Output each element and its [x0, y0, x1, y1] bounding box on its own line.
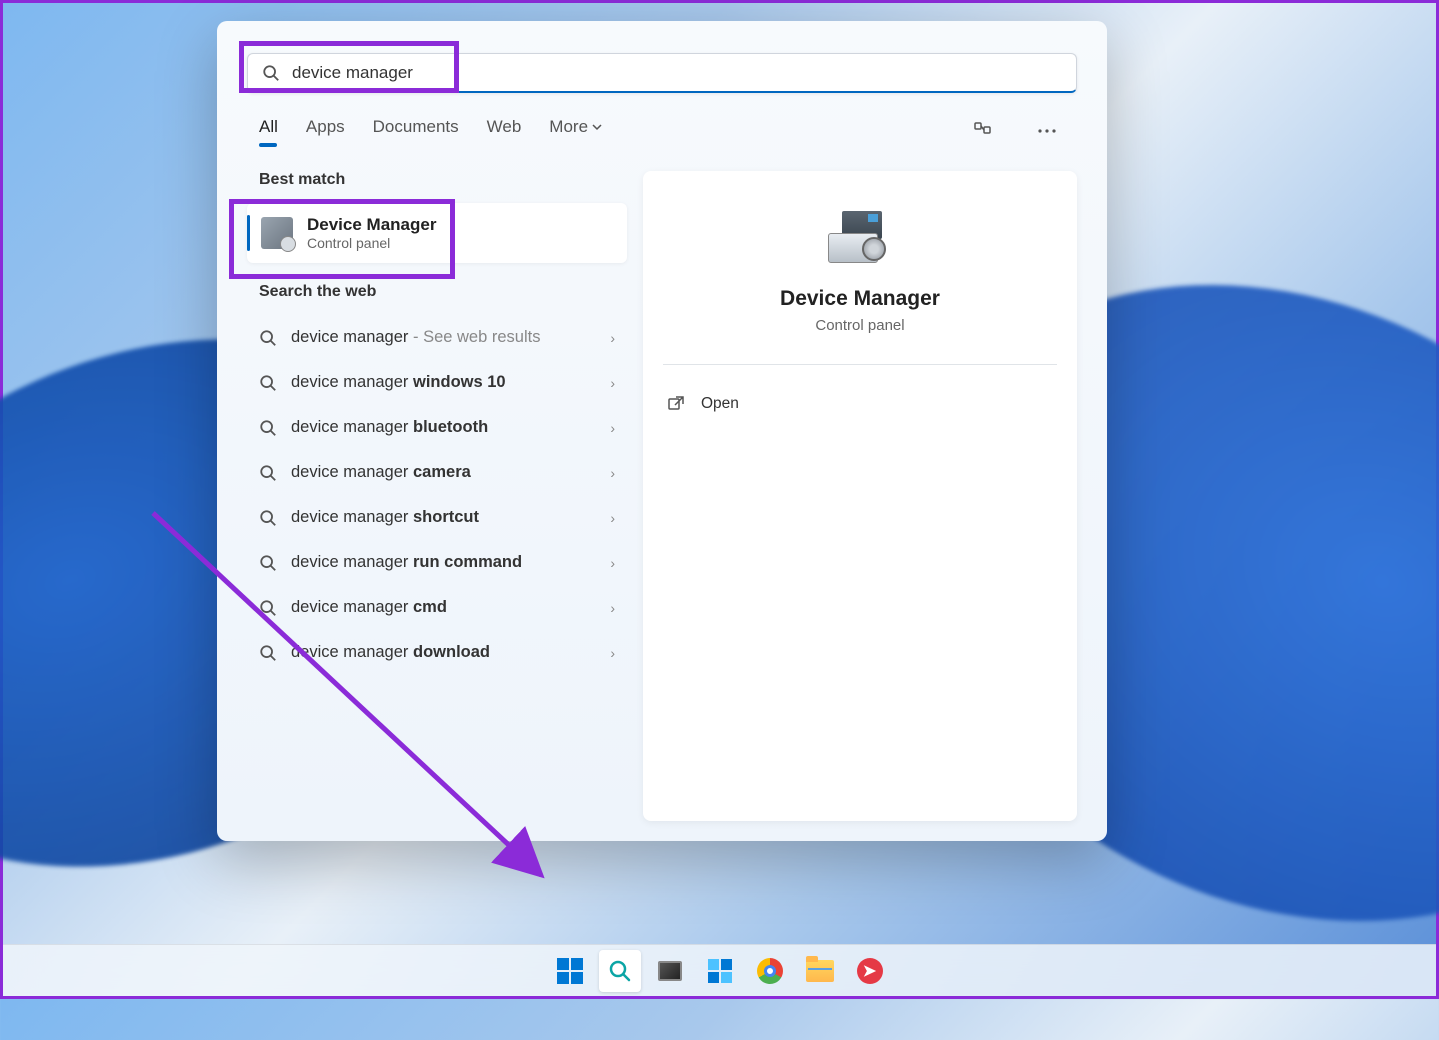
web-result-item[interactable]: device manager download › [247, 630, 627, 675]
tab-all[interactable]: All [259, 117, 278, 145]
divider [663, 364, 1057, 365]
search-icon [259, 464, 277, 482]
task-view-icon [658, 961, 682, 981]
results-column: Best match Device Manager Control panel … [247, 171, 627, 821]
web-result-text: device manager download [291, 643, 596, 662]
web-results-list: device manager - See web results›device … [247, 315, 627, 675]
best-match-heading: Best match [247, 171, 627, 203]
device-manager-icon [261, 217, 293, 249]
web-result-item[interactable]: device manager windows 10 › [247, 360, 627, 405]
web-result-item[interactable]: device manager run command › [247, 540, 627, 585]
ellipsis-icon [1038, 129, 1056, 133]
web-result-text: device manager - See web results [291, 328, 596, 347]
best-match-subtitle: Control panel [307, 235, 436, 251]
search-icon [262, 64, 280, 82]
tab-more[interactable]: More [549, 117, 602, 145]
web-result-text: device manager camera [291, 463, 596, 482]
tab-web[interactable]: Web [487, 117, 522, 145]
preview-title: Device Manager [663, 287, 1057, 311]
chevron-right-icon: › [610, 375, 615, 391]
open-label: Open [701, 395, 739, 413]
search-icon [608, 959, 632, 983]
filter-tabs: All Apps Documents Web More [247, 113, 1077, 149]
web-result-text: device manager bluetooth [291, 418, 596, 437]
chevron-right-icon: › [610, 420, 615, 436]
web-result-text: device manager run command [291, 553, 596, 572]
widgets-icon [708, 959, 732, 983]
start-button[interactable] [549, 950, 591, 992]
search-icon [259, 554, 277, 572]
tab-more-label: More [549, 117, 588, 137]
chevron-right-icon: › [610, 555, 615, 571]
start-search-panel: All Apps Documents Web More Best match [217, 21, 1107, 841]
chevron-right-icon: › [610, 600, 615, 616]
search-input[interactable] [292, 63, 1062, 83]
open-action[interactable]: Open [663, 387, 1057, 421]
tab-apps[interactable]: Apps [306, 117, 345, 145]
taskbar-search-button[interactable] [599, 950, 641, 992]
quick-search-button[interactable] [965, 113, 1001, 149]
web-result-text: device manager shortcut [291, 508, 596, 527]
web-result-item[interactable]: device manager bluetooth › [247, 405, 627, 450]
more-options-button[interactable] [1029, 113, 1065, 149]
task-view-button[interactable] [649, 950, 691, 992]
pinned-app[interactable]: ➤ [849, 950, 891, 992]
chevron-right-icon: › [610, 510, 615, 526]
folder-icon [806, 960, 834, 982]
open-icon [667, 395, 685, 413]
web-result-item[interactable]: device manager cmd › [247, 585, 627, 630]
web-result-item[interactable]: device manager shortcut › [247, 495, 627, 540]
search-icon [259, 644, 277, 662]
preview-subtitle: Control panel [663, 317, 1057, 334]
best-match-result[interactable]: Device Manager Control panel [247, 203, 627, 263]
chrome-icon [757, 958, 783, 984]
web-result-text: device manager windows 10 [291, 373, 596, 392]
web-result-item[interactable]: device manager camera › [247, 450, 627, 495]
preview-pane: Device Manager Control panel Open [643, 171, 1077, 821]
app-icon: ➤ [857, 958, 883, 984]
widgets-button[interactable] [699, 950, 741, 992]
file-explorer-app[interactable] [799, 950, 841, 992]
chevron-down-icon [592, 122, 602, 132]
chrome-app[interactable] [749, 950, 791, 992]
apps-icon [973, 121, 993, 141]
search-icon [259, 374, 277, 392]
taskbar: ➤ [3, 944, 1436, 996]
search-icon [259, 509, 277, 527]
search-icon [259, 329, 277, 347]
best-match-title: Device Manager [307, 215, 436, 235]
search-web-heading: Search the web [247, 283, 627, 315]
chevron-right-icon: › [610, 645, 615, 661]
chevron-right-icon: › [610, 330, 615, 346]
web-result-item[interactable]: device manager - See web results › [247, 315, 627, 360]
search-box[interactable] [247, 53, 1077, 93]
chevron-right-icon: › [610, 465, 615, 481]
web-result-text: device manager cmd [291, 598, 596, 617]
search-icon [259, 419, 277, 437]
tab-documents[interactable]: Documents [373, 117, 459, 145]
device-manager-large-icon [828, 211, 892, 263]
search-icon [259, 599, 277, 617]
windows-logo-icon [557, 958, 583, 984]
